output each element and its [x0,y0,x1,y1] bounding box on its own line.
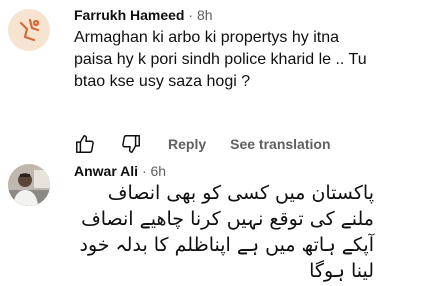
reply-button[interactable]: Reply [168,136,206,152]
avatar[interactable] [8,164,50,206]
timestamp: 8h [196,7,213,23]
thumbs-down-icon[interactable] [120,133,142,155]
comment-text: Armaghan ki arbo ki propertys hy itna pa… [74,29,367,90]
comment-header: Anwar Ali · 6h [74,163,166,179]
comment-actions: Reply See translation [74,132,331,156]
avatar[interactable] [8,9,50,51]
thumbs-up-icon[interactable] [74,133,96,155]
author-name[interactable]: Anwar Ali [74,163,138,179]
timestamp: 6h [150,163,167,179]
comment-item: Anwar Ali · 6h پاکستان میں کسی کو بھی ان… [0,158,427,286]
comment-header: Farrukh Hameed · 8h [74,7,213,23]
author-name[interactable]: Farrukh Hameed [74,7,184,23]
comment-text: پاکستان میں کسی کو بھی انصاف ملنے کی توق… [79,182,374,282]
separator: · [141,163,147,179]
separator: · [188,7,194,23]
comment-item: Farrukh Hameed · 8h Armaghan ki arbo ki … [0,0,427,153]
see-translation-button[interactable]: See translation [230,136,330,152]
